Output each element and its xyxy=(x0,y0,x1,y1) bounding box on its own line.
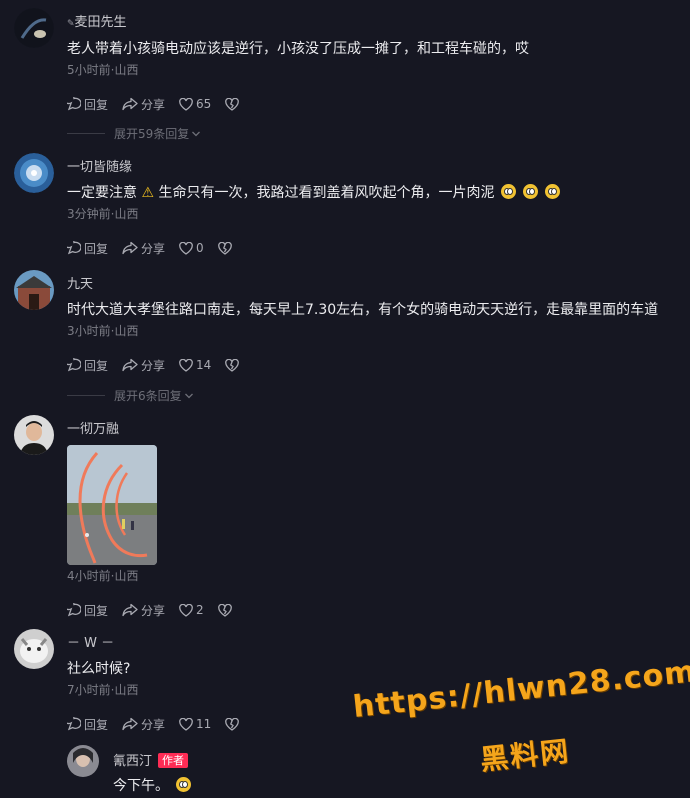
avatar[interactable] xyxy=(14,153,54,193)
share-arrow-icon xyxy=(122,97,138,111)
comment-text: 一定要注意 ⚠ 生命只有一次，我路过看到盖着风吹起个角，一片肉泥 xyxy=(67,183,670,203)
reply-button[interactable]: 回复 xyxy=(67,357,108,374)
heart-icon xyxy=(179,97,193,111)
reply-button[interactable]: 回复 xyxy=(67,240,108,257)
timestamp-location: 3小时前·山西 xyxy=(67,324,139,338)
username[interactable]: 一切皆随缘 xyxy=(67,159,670,177)
dislike-button[interactable] xyxy=(217,603,235,617)
comment-bubble-icon xyxy=(67,717,81,731)
heart-icon xyxy=(179,603,193,617)
comment-text: 今下午。 xyxy=(113,776,670,796)
broken-heart-icon xyxy=(225,717,240,731)
reply-button[interactable]: 回复 xyxy=(67,716,108,733)
dislike-button[interactable] xyxy=(217,241,235,255)
divider xyxy=(67,395,105,396)
pleading-face-emoji xyxy=(176,777,191,792)
broken-heart-icon xyxy=(217,241,232,255)
share-button[interactable]: 分享 xyxy=(122,357,165,374)
pleading-face-emoji xyxy=(545,184,561,199)
avatar[interactable] xyxy=(14,8,54,48)
reply-button[interactable]: 回复 xyxy=(67,96,108,113)
expand-replies-button[interactable]: 展开59条回复 xyxy=(67,125,201,142)
pleading-face-emoji xyxy=(523,184,539,199)
share-button[interactable]: 分享 xyxy=(122,240,165,257)
broken-heart-icon xyxy=(225,97,240,111)
username[interactable]: ✎麦田先生 xyxy=(67,14,670,33)
author-badge: 作者 xyxy=(158,753,189,768)
heart-icon xyxy=(179,717,193,731)
comment-text: 社么时候? xyxy=(67,661,131,677)
share-arrow-icon xyxy=(122,717,138,731)
avatar[interactable] xyxy=(14,629,54,669)
like-button[interactable]: 11 xyxy=(179,717,211,731)
pleading-face-emoji xyxy=(501,184,517,199)
chevron-down-icon xyxy=(192,131,201,136)
like-button[interactable]: 14 xyxy=(179,358,211,372)
username[interactable]: 一彻万融 xyxy=(67,421,670,439)
like-button[interactable]: 0 xyxy=(179,241,204,255)
timestamp-location: 4小时前·山西 xyxy=(67,569,139,583)
share-button[interactable]: 分享 xyxy=(122,716,165,733)
divider xyxy=(67,133,105,134)
avatar[interactable] xyxy=(14,415,54,455)
comment-image[interactable] xyxy=(67,445,157,565)
share-button[interactable]: 分享 xyxy=(122,96,165,113)
like-button[interactable]: 65 xyxy=(179,97,211,111)
dislike-button[interactable] xyxy=(225,358,242,372)
comment-bubble-icon xyxy=(67,603,81,617)
username[interactable]: 九天 xyxy=(67,276,670,294)
comment-bubble-icon xyxy=(67,358,81,372)
share-arrow-icon xyxy=(122,358,138,372)
dislike-button[interactable] xyxy=(225,97,242,111)
timestamp-location: 3分钟前·山西 xyxy=(67,207,139,221)
avatar[interactable] xyxy=(67,745,99,777)
reply-button[interactable]: 回复 xyxy=(67,602,108,619)
avatar[interactable] xyxy=(14,270,54,310)
share-button[interactable]: 分享 xyxy=(122,602,165,619)
comment-text: 老人带着小孩骑电动应该是逆行，小孩没了压成一摊了，和工程车碰的，哎 xyxy=(67,41,529,57)
verified-icon: ✎ xyxy=(67,19,75,29)
timestamp-location: 7小时前·山西 xyxy=(67,683,139,697)
broken-heart-icon xyxy=(225,358,240,372)
like-button[interactable]: 2 xyxy=(179,603,204,617)
warning-emoji: ⚠ xyxy=(141,185,155,201)
share-arrow-icon xyxy=(122,241,138,255)
username[interactable]: 氰西汀 作者 xyxy=(113,753,670,771)
comment-bubble-icon xyxy=(67,97,81,111)
broken-heart-icon xyxy=(217,603,232,617)
chevron-down-icon xyxy=(184,393,193,398)
share-arrow-icon xyxy=(122,603,138,617)
comment-text: 时代大道大孝堡往路口南走，每天早上7.30左右，有个女的骑电动天天逆行，走最靠里… xyxy=(67,302,659,318)
username[interactable]: － W － xyxy=(67,635,670,653)
timestamp-location: 5小时前·山西 xyxy=(67,63,139,77)
heart-icon xyxy=(179,241,193,255)
heart-icon xyxy=(179,358,193,372)
expand-replies-button[interactable]: 展开6条回复 xyxy=(67,387,194,404)
comment-bubble-icon xyxy=(67,241,81,255)
dislike-button[interactable] xyxy=(225,717,242,731)
